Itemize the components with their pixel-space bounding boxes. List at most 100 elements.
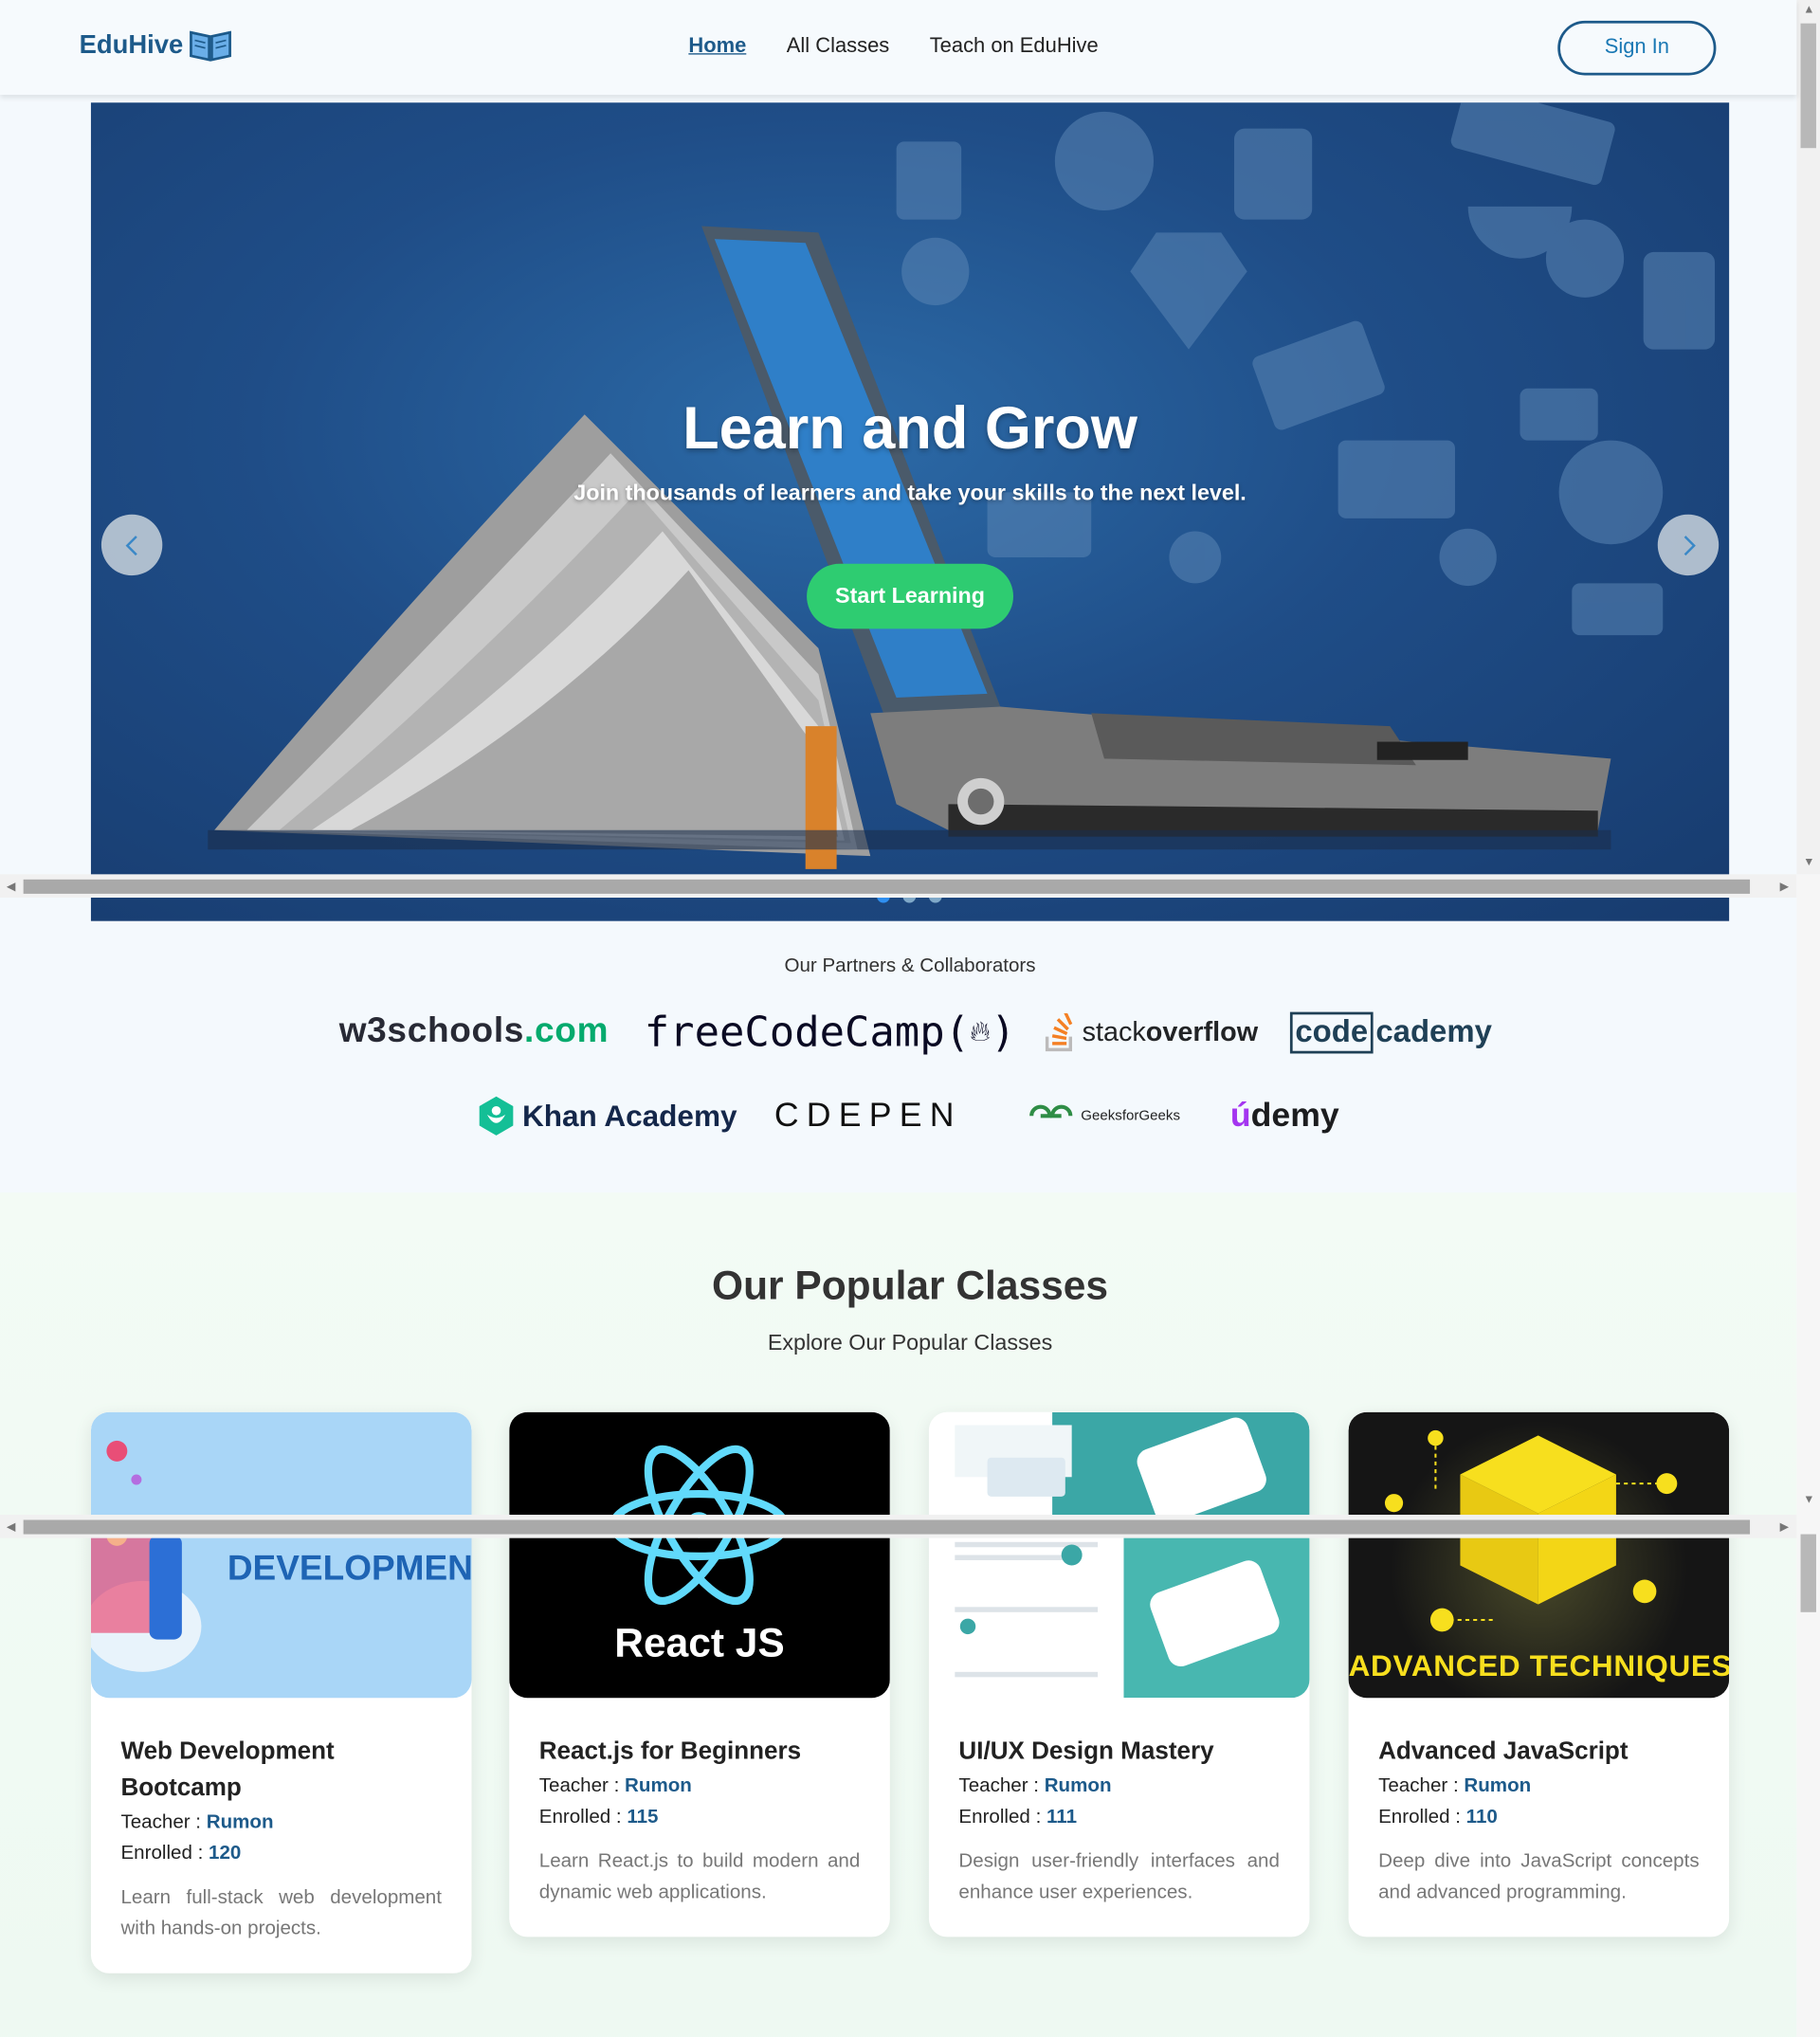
partner-logo-udemy[interactable]: ú demy: [1230, 1095, 1339, 1135]
freecodecamp-accent: ): [991, 1007, 1016, 1057]
teacher-label: Teacher :: [538, 1774, 626, 1797]
enrolled-label: Enrolled :: [1378, 1805, 1466, 1828]
flame-icon: 🔥︎: [970, 1015, 992, 1048]
nav-link-all-classes[interactable]: All Classes: [787, 35, 889, 59]
carousel-next-button[interactable]: [1657, 514, 1720, 576]
scroll-right-arrow-icon[interactable]: ▶: [1780, 880, 1789, 894]
scroll-left-arrow-icon[interactable]: ◀: [7, 880, 15, 894]
chevron-left-icon: [124, 535, 137, 555]
class-card-enrolled: Enrolled : 115: [539, 1802, 861, 1833]
class-card[interactable]: ADVANCED TECHNIQUES Advanced JavaScript …: [1348, 1411, 1730, 1937]
teacher-name[interactable]: Rumon: [625, 1774, 692, 1796]
navbar: EduHive Home All Classes Teach on EduHiv…: [0, 0, 1797, 96]
enrolled-count: 110: [1465, 1805, 1498, 1828]
class-card-description: Learn React.js to build modern and dynam…: [538, 1849, 861, 1903]
class-card-enrolled: Enrolled : 111: [958, 1802, 1280, 1833]
partner-logo-stackoverflow[interactable]: stack overflow: [1044, 1012, 1259, 1052]
geeksforgeeks-text: GeeksforGeeks: [1081, 1108, 1180, 1124]
khan-academy-text: Khan Academy: [521, 1098, 737, 1133]
geeksforgeeks-icon: [1029, 1104, 1073, 1119]
class-card-teacher: Teacher : Rumon: [539, 1771, 861, 1802]
logo-text: EduHive: [79, 30, 184, 60]
stack-icon: [1045, 1012, 1073, 1052]
class-card-description: Learn full-stack web development with ha…: [120, 1885, 442, 1940]
class-card[interactable]: React JS React.js for Beginners Teacher …: [509, 1411, 890, 1937]
stackoverflow-accent: overflow: [1145, 1017, 1259, 1047]
page: EduHive Home All Classes Teach on EduHiv…: [0, 0, 1820, 2037]
nav-link-home[interactable]: Home: [688, 35, 746, 59]
cards-horizontal-scrollbar[interactable]: ◀ ▶: [0, 1515, 1797, 1538]
enrolled-label: Enrolled :: [538, 1805, 628, 1828]
sign-in-button[interactable]: Sign In: [1557, 20, 1717, 76]
w3schools-accent: .com: [524, 1010, 610, 1050]
class-card[interactable]: DEVELOPMEN Web Development Bootcamp Teac…: [90, 1411, 472, 1973]
stackoverflow-text: stack: [1082, 1017, 1146, 1047]
khan-academy-icon: [479, 1096, 514, 1136]
udemy-accent: ú: [1229, 1095, 1251, 1135]
start-learning-button[interactable]: Start Learning: [807, 563, 1013, 629]
class-card-image: React JS: [509, 1411, 890, 1699]
partner-logo-geeksforgeeks[interactable]: GeeksforGeeks: [1028, 1104, 1180, 1128]
partner-logo-codepen[interactable]: CDEPEN: [774, 1095, 962, 1135]
hero-horizontal-scrollbar[interactable]: ◀ ▶: [0, 874, 1797, 899]
chevron-right-icon: [1683, 535, 1696, 555]
teacher-label: Teacher :: [958, 1774, 1045, 1797]
teacher-name[interactable]: Rumon: [207, 1810, 274, 1832]
scrollbar-thumb[interactable]: [1800, 1534, 1816, 1612]
scrollbar-thumb[interactable]: [23, 879, 1751, 894]
popular-classes-title: Our Popular Classes: [712, 1263, 1108, 1309]
partner-logo-w3schools[interactable]: w3schools .com: [339, 1010, 609, 1050]
logo[interactable]: EduHive: [80, 28, 233, 63]
nav-link-teach[interactable]: Teach on EduHive: [930, 35, 1099, 59]
partner-logo-khan-academy[interactable]: Khan Academy: [478, 1095, 737, 1137]
class-card-image-text: ADVANCED TECHNIQUES: [1348, 1648, 1730, 1682]
partner-logo-freecodecamp[interactable]: freeCodeCamp(🔥︎): [645, 1007, 1016, 1056]
nav-links: Home All Classes Teach on EduHive: [688, 35, 1098, 59]
scroll-down-arrow-icon[interactable]: ▼: [1803, 855, 1814, 868]
teacher-name[interactable]: Rumon: [1464, 1774, 1531, 1796]
w3schools-text: w3schools: [338, 1010, 525, 1050]
class-card-description: Deep dive into JavaScript concepts and a…: [1378, 1849, 1700, 1903]
scrollbar-thumb[interactable]: [1800, 23, 1816, 149]
codecademy-text: code: [1289, 1011, 1374, 1054]
freecodecamp-text: freeCodeCamp(: [644, 1007, 971, 1057]
enrolled-label: Enrolled :: [120, 1842, 209, 1864]
open-book-icon: [190, 30, 231, 62]
enrolled-count: 111: [1046, 1805, 1078, 1828]
class-card-description: Design user-friendly interfaces and enha…: [958, 1849, 1280, 1903]
teacher-name[interactable]: Rumon: [1045, 1774, 1112, 1796]
lower-vertical-scrollbar[interactable]: ▼: [1796, 874, 1820, 2037]
class-card-enrolled: Enrolled : 110: [1378, 1802, 1700, 1833]
partner-logo-codecademy[interactable]: code cademy: [1289, 1011, 1492, 1054]
class-card-title: Advanced JavaScript: [1378, 1737, 1629, 1766]
class-card-body: UI/UX Design Mastery Teacher : Rumon Enr…: [929, 1698, 1310, 1937]
scrollbar-thumb[interactable]: [23, 1519, 1751, 1535]
upper-vertical-scrollbar[interactable]: ▲ ▼: [1796, 0, 1820, 875]
class-card-title: UI/UX Design Mastery: [958, 1737, 1214, 1766]
scroll-left-arrow-icon[interactable]: ◀: [7, 1519, 15, 1534]
class-card-image-text: DEVELOPMEN: [227, 1548, 472, 1588]
scroll-down-arrow-icon[interactable]: ▼: [1803, 1493, 1814, 1506]
class-card-title: Web Development Bootcamp: [120, 1737, 335, 1802]
partners-title: Our Partners & Collaborators: [784, 955, 1036, 977]
class-card-teacher: Teacher : Rumon: [1378, 1771, 1700, 1802]
carousel-prev-button[interactable]: [100, 514, 163, 576]
ui-ux-mockup-illustration: [955, 1411, 1310, 1699]
hero-carousel: Learn and Grow Join thousands of learner…: [90, 102, 1730, 921]
teacher-label: Teacher :: [1378, 1774, 1465, 1797]
hero-subtitle: Join thousands of learners and take your…: [573, 481, 1247, 506]
hero-background-image: [208, 102, 1716, 869]
class-card-teacher: Teacher : Rumon: [958, 1771, 1280, 1802]
udemy-text: demy: [1250, 1095, 1339, 1135]
enrolled-count: 115: [627, 1805, 659, 1828]
class-card-teacher: Teacher : Rumon: [120, 1807, 442, 1838]
enrolled-count: 120: [209, 1842, 242, 1864]
class-card-title: React.js for Beginners: [538, 1737, 802, 1766]
scroll-right-arrow-icon[interactable]: ▶: [1780, 1519, 1789, 1534]
class-card[interactable]: UI/UX Design Mastery Teacher : Rumon Enr…: [928, 1411, 1310, 1937]
enrolled-label: Enrolled :: [958, 1805, 1047, 1828]
class-card-image: DEVELOPMEN: [90, 1411, 472, 1699]
class-card-body: React.js for Beginners Teacher : Rumon E…: [509, 1698, 890, 1937]
scroll-up-arrow-icon[interactable]: ▲: [1803, 3, 1814, 16]
class-card-enrolled: Enrolled : 120: [120, 1838, 442, 1869]
